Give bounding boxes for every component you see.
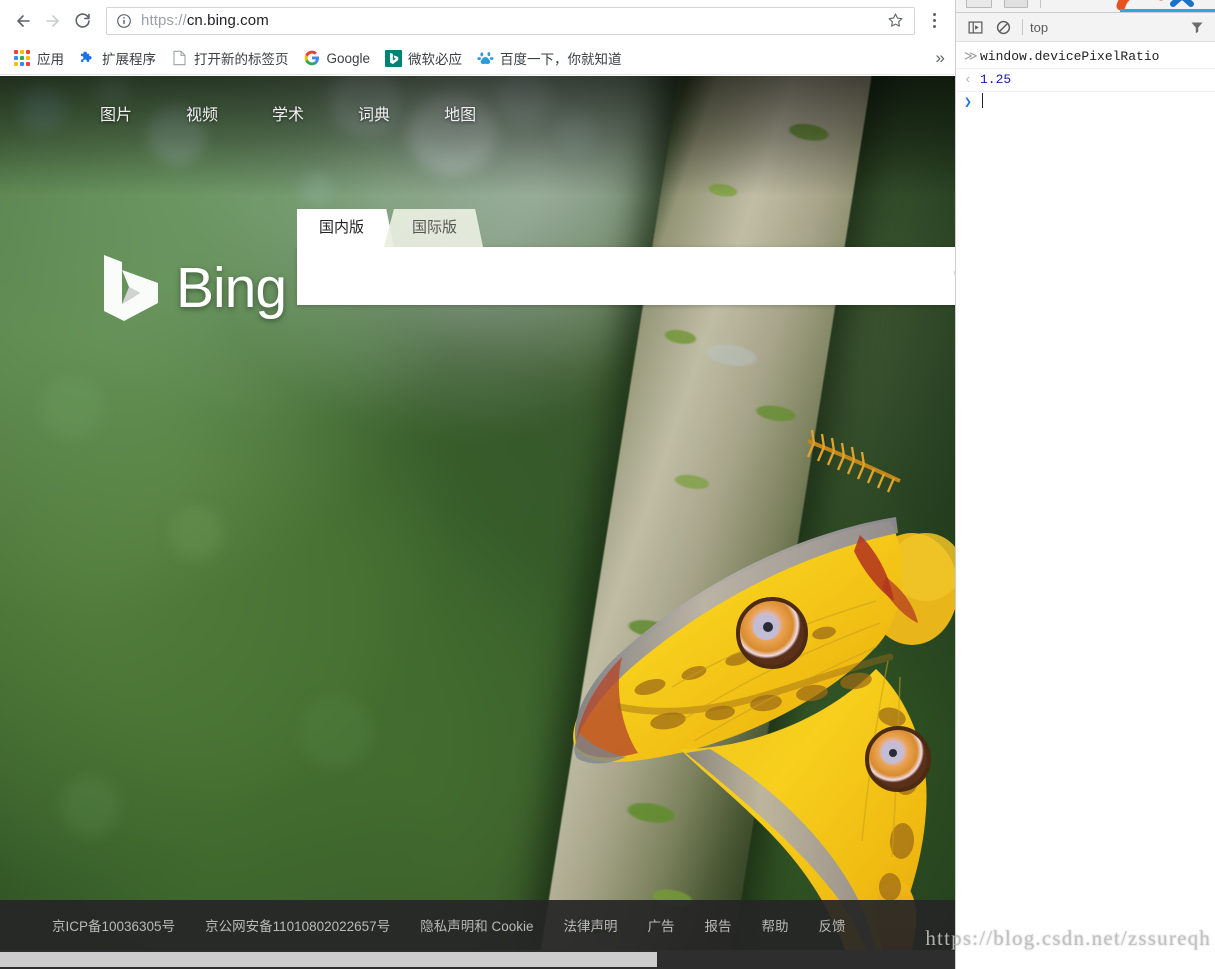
footer-link-gongan[interactable]: 京公网安备11010802022657号 (205, 915, 390, 935)
dot (932, 19, 936, 22)
address-bar-text: https://cn.bing.com (141, 12, 884, 29)
console-result-row: ‹ 1.25 (956, 69, 1215, 92)
browser-window: https://cn.bing.com 应用 扩展程序 打开新的标签页 Goog… (0, 0, 955, 969)
magnifier-search-icon[interactable] (935, 247, 955, 305)
console-result-value: 1.25 (980, 72, 1012, 87)
reload-button[interactable] (68, 6, 98, 36)
site-info-icon[interactable] (115, 12, 133, 30)
console-output-marker-icon: ‹ (964, 72, 972, 87)
bing-homepage: 图片 视频 学术 词典 地图 Bing 国内版 国际版 京ICP备1003630… (0, 76, 955, 969)
dot (932, 13, 936, 16)
bookmarks-overflow-button[interactable]: » (936, 48, 945, 68)
console-prompt-row[interactable]: ❯ (956, 92, 1215, 114)
search-input[interactable] (317, 256, 935, 296)
bing-footer: 京ICP备10036305号 京公网安备11010802022657号 隐私声明… (0, 900, 955, 950)
tab-international[interactable]: 国际版 (384, 209, 484, 247)
url-host: cn.bing.com (186, 12, 269, 29)
footer-link-report[interactable]: 报告 (704, 915, 731, 935)
browser-toolbar: https://cn.bing.com (0, 0, 955, 42)
bokeh-dot (170, 506, 224, 560)
console-input-text: window.devicePixelRatio (980, 49, 1160, 64)
bookmark-star-icon[interactable] (884, 12, 906, 29)
bookmark-item-bing[interactable]: 微软必应 (377, 46, 469, 70)
bookmark-item-google[interactable]: Google (296, 46, 378, 70)
bookmark-label: 应用 (37, 52, 64, 67)
nav-link-images[interactable]: 图片 (100, 101, 132, 125)
bing-logo[interactable]: Bing (100, 252, 287, 324)
eyespot (865, 726, 931, 792)
footer-link-legal[interactable]: 法律声明 (563, 915, 617, 935)
eyespot (736, 597, 808, 669)
scrollbar-thumb[interactable] (0, 952, 657, 967)
address-bar[interactable]: https://cn.bing.com (106, 6, 915, 35)
console-input-echo: ≫ window.devicePixelRatio (956, 46, 1215, 69)
text-caret (982, 93, 983, 108)
comet-moth (560, 429, 955, 969)
bokeh-dot (40, 376, 104, 440)
console-toolbar: top (956, 13, 1215, 42)
bing-b-icon (384, 49, 402, 67)
bookmark-label: Google (326, 50, 371, 66)
baidu-paw-icon (476, 49, 494, 67)
filter-funnel-icon[interactable] (1185, 16, 1209, 38)
nav-link-maps[interactable]: 地图 (444, 101, 476, 125)
console-prompt-marker-icon: ❯ (964, 95, 972, 110)
bookmark-label: 微软必应 (408, 52, 463, 67)
back-button[interactable] (8, 6, 38, 36)
console-input-marker-icon: ≫ (964, 49, 978, 64)
url-scheme: https:// (141, 12, 187, 29)
chrome-menu-button[interactable] (921, 13, 947, 28)
bokeh-dot (300, 171, 334, 205)
bookmark-label: 扩展程序 (102, 52, 156, 67)
devtools-tabstrip-clipped (956, 0, 1215, 13)
console-context-selector[interactable]: top (1030, 20, 1048, 35)
bookmark-item-apps[interactable]: 应用 (6, 46, 71, 70)
google-g-icon (303, 49, 321, 67)
bokeh-dot (556, 112, 596, 152)
bing-top-nav: 图片 视频 学术 词典 地图 (0, 93, 476, 133)
bing-b-logo-icon (104, 255, 158, 321)
console-sidebar-toggle-icon[interactable] (962, 16, 988, 38)
bookmarks-bar: 应用 扩展程序 打开新的标签页 Google 微软必应 百度一下，你就知道 » (0, 42, 955, 75)
footer-link-privacy[interactable]: 隐私声明和 Cookie (420, 915, 533, 935)
search-widget: 国内版 国际版 (297, 209, 955, 305)
bookmark-item-extensions[interactable]: 扩展程序 (71, 46, 163, 70)
active-tab-underline (1120, 9, 1215, 12)
search-box[interactable] (297, 247, 955, 305)
tab-domestic[interactable]: 国内版 (297, 209, 395, 247)
footer-link-icp[interactable]: 京ICP备10036305号 (52, 915, 175, 935)
clear-console-icon[interactable] (990, 16, 1016, 38)
bookmark-label: 打开新的标签页 (194, 52, 289, 67)
search-scope-tabs: 国内版 国际版 (297, 209, 955, 247)
horizontal-scrollbar[interactable] (0, 950, 955, 969)
bookmark-item-new-tab[interactable]: 打开新的标签页 (163, 46, 296, 70)
bokeh-dot (300, 696, 372, 768)
nav-link-academic[interactable]: 学术 (272, 101, 304, 125)
console-output[interactable]: ≫ window.devicePixelRatio ‹ 1.25 ❯ (956, 42, 1215, 114)
apps-grid-icon (13, 49, 31, 67)
divider (1040, 0, 1041, 8)
devtools-tab-clipped[interactable] (966, 0, 992, 8)
divider (1022, 19, 1023, 35)
forward-button[interactable] (38, 6, 68, 36)
footer-link-feedback[interactable]: 反馈 (818, 915, 845, 935)
screenshot-root: https://cn.bing.com 应用 扩展程序 打开新的标签页 Goog… (0, 0, 1215, 969)
bookmark-label: 百度一下，你就知道 (500, 52, 622, 67)
bing-wordmark: Bing (176, 255, 287, 320)
dot (932, 25, 936, 28)
devtools-panel: top ≫ window.devicePixelRatio ‹ 1.25 ❯ (955, 0, 1215, 969)
bookmark-item-baidu[interactable]: 百度一下，你就知道 (469, 46, 629, 70)
puzzle-piece-icon (78, 49, 96, 67)
nav-link-videos[interactable]: 视频 (186, 101, 218, 125)
nav-link-dict[interactable]: 词典 (358, 101, 390, 125)
footer-link-help[interactable]: 帮助 (761, 915, 788, 935)
footer-link-ads[interactable]: 广告 (647, 915, 674, 935)
devtools-tab-clipped[interactable] (1004, 0, 1028, 8)
bokeh-dot (60, 776, 120, 836)
page-document-icon (170, 49, 188, 67)
